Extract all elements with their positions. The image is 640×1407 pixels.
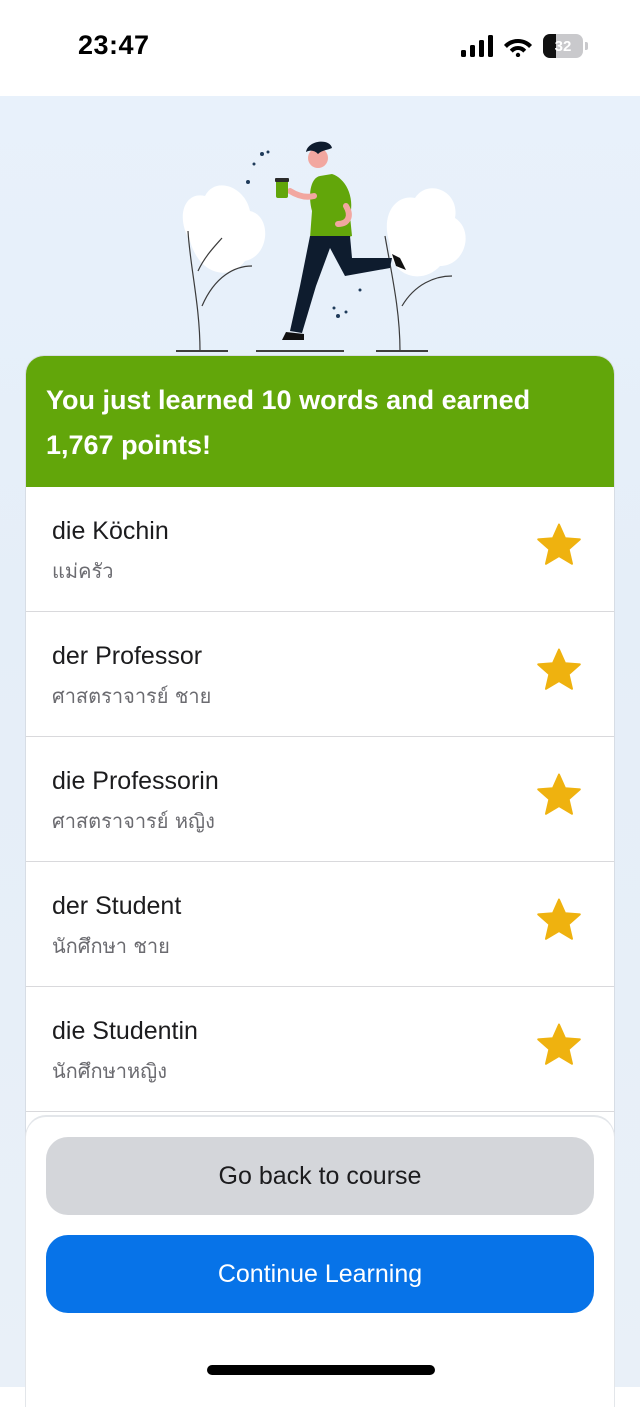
star-icon[interactable] bbox=[534, 521, 584, 569]
word-row[interactable]: die Köchin แม่ครัว bbox=[26, 487, 614, 612]
word-translation: ศาสตราจารย์ หญิง bbox=[52, 809, 215, 833]
word-german: der Student bbox=[52, 892, 182, 920]
star-icon[interactable] bbox=[534, 896, 584, 944]
word-translation: ศาสตราจารย์ ชาย bbox=[52, 684, 212, 708]
word-row[interactable]: die Studentin นักศึกษาหญิง bbox=[26, 987, 614, 1112]
word-translation: แม่ครัว bbox=[52, 559, 114, 583]
right-tree-icon bbox=[384, 188, 466, 352]
word-row[interactable]: der Professor ศาสตราจารย์ ชาย bbox=[26, 612, 614, 737]
ground-line bbox=[256, 350, 344, 352]
summary-banner: You just learned 10 words and earned 1,7… bbox=[26, 356, 614, 487]
star-icon[interactable] bbox=[534, 771, 584, 819]
word-row[interactable]: die Professorin ศาสตราจารย์ หญิง bbox=[26, 737, 614, 862]
battery-percent: 32 bbox=[554, 37, 572, 55]
word-german: die Köchin bbox=[52, 517, 169, 545]
word-translation: นักศึกษา ชาย bbox=[52, 934, 170, 958]
word-german: die Studentin bbox=[52, 1017, 198, 1045]
star-icon[interactable] bbox=[534, 1021, 584, 1069]
status-time: 23:47 bbox=[78, 30, 150, 60]
signal-icon bbox=[461, 35, 493, 57]
continue-learning-button[interactable]: Continue Learning bbox=[46, 1235, 594, 1313]
wifi-icon bbox=[504, 39, 532, 57]
home-indicator[interactable] bbox=[207, 1365, 435, 1375]
word-translation: นักศึกษาหญิง bbox=[52, 1059, 167, 1083]
action-sheet: Go back to course Continue Learning bbox=[26, 1117, 614, 1407]
status-icons: 32 bbox=[461, 34, 588, 58]
ground-line bbox=[176, 350, 228, 352]
word-german: die Professorin bbox=[52, 767, 219, 795]
battery-icon: 32 bbox=[543, 34, 583, 58]
word-german: der Professor bbox=[52, 642, 203, 670]
runner-illustration bbox=[176, 141, 466, 352]
word-row[interactable]: der Student นักศึกษา ชาย bbox=[26, 862, 614, 987]
status-bar: 23:47 32 bbox=[0, 0, 640, 96]
left-tree-icon bbox=[182, 185, 266, 352]
go-back-button[interactable]: Go back to course bbox=[46, 1137, 594, 1215]
ground-line bbox=[376, 350, 428, 352]
battery-nub bbox=[585, 42, 588, 50]
star-icon[interactable] bbox=[534, 646, 584, 694]
